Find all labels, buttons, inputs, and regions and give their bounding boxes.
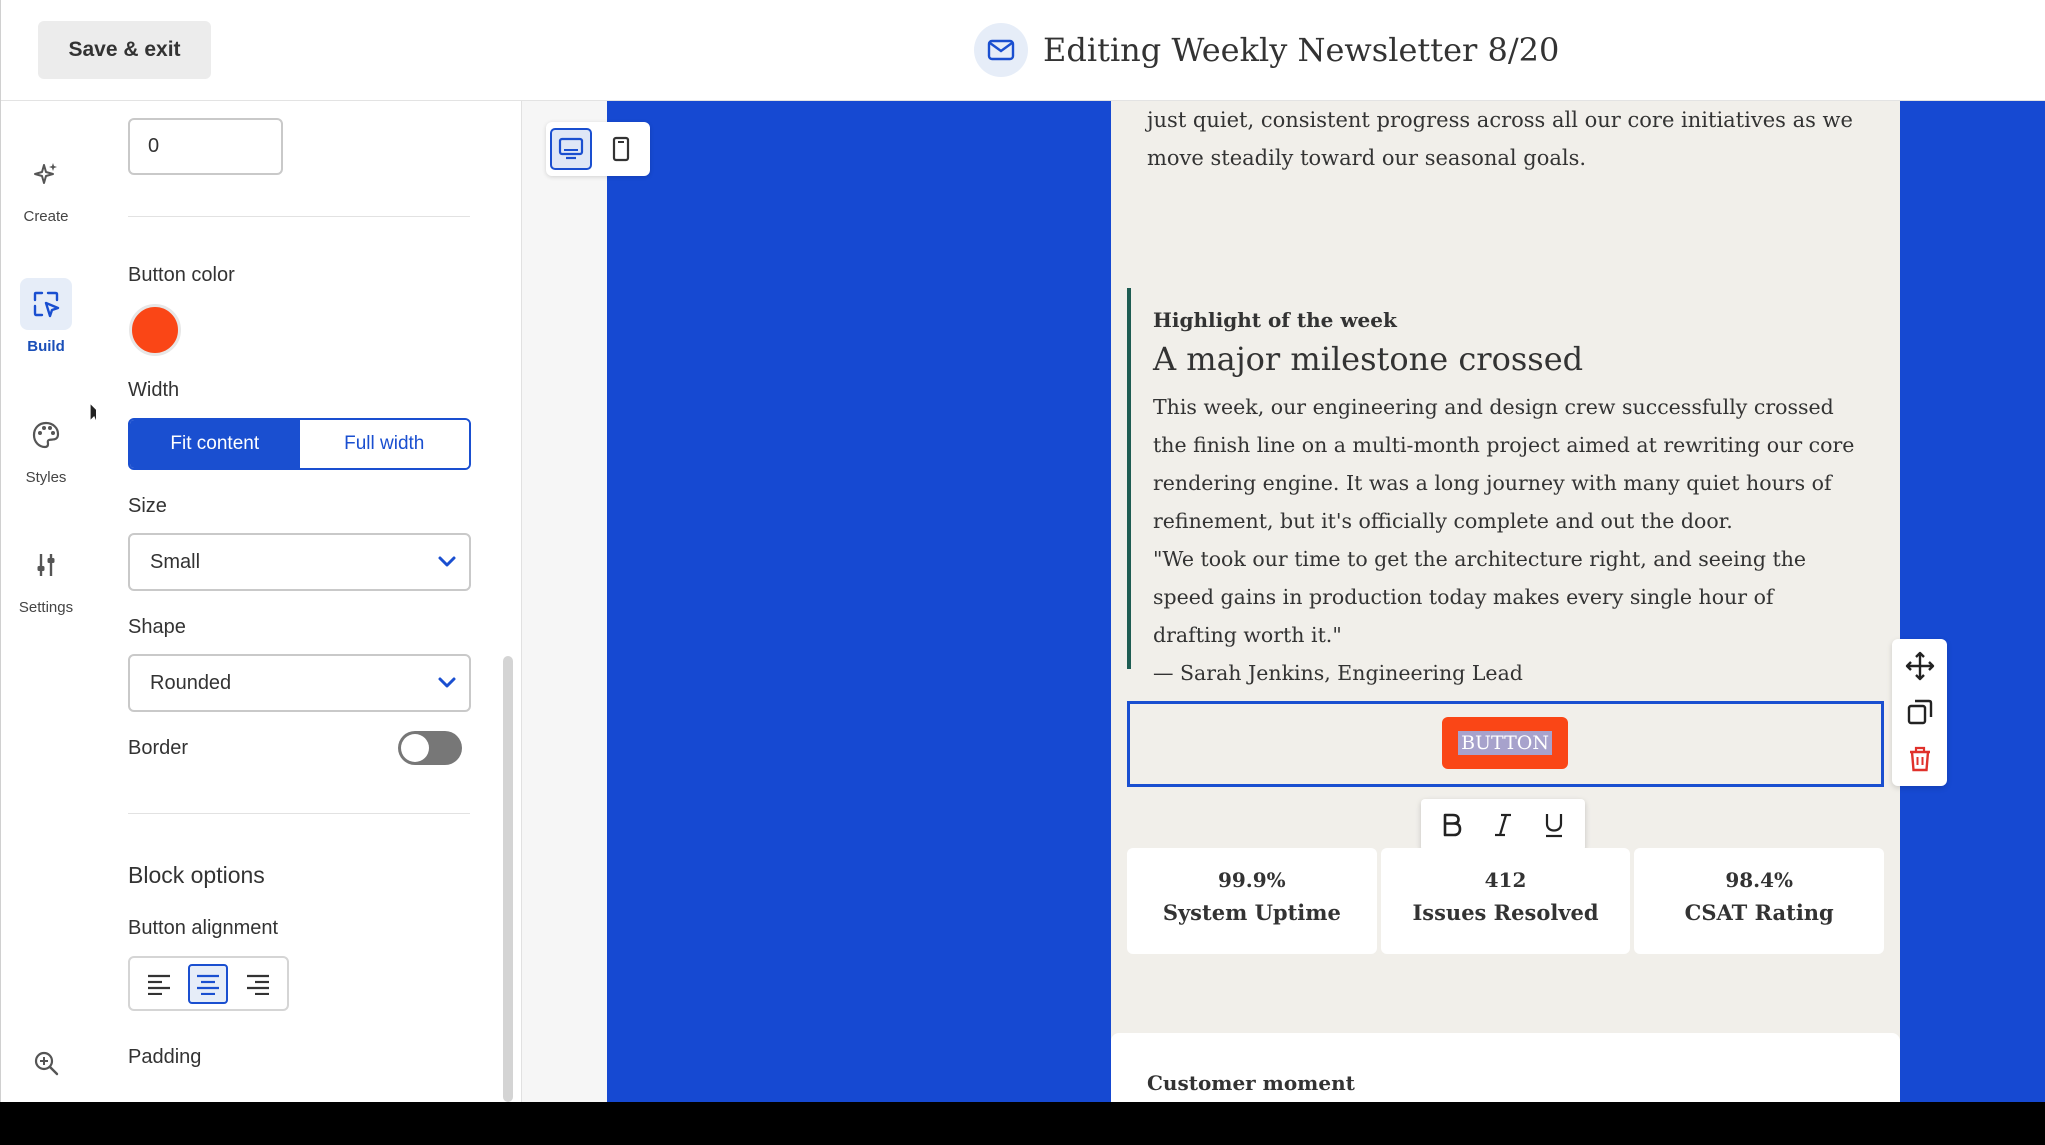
delete-block-button[interactable] <box>1900 739 1940 779</box>
italic-button[interactable] <box>1482 804 1524 846</box>
rail-item-styles[interactable]: Styles <box>1 409 91 486</box>
document-title-area: Editing Weekly Newsletter 8/20 <box>974 23 1559 77</box>
save-exit-button[interactable]: Save & exit <box>38 21 211 79</box>
numeric-value-input[interactable] <box>128 118 283 175</box>
shape-select[interactable]: Rounded <box>128 654 471 712</box>
device-preview-toggle <box>546 122 650 176</box>
padding-label: Padding <box>128 1046 202 1068</box>
border-label: Border <box>128 737 189 759</box>
rail-label-create: Create <box>23 208 69 225</box>
text-format-toolbar <box>1421 799 1585 851</box>
width-full-width-button[interactable]: Full width <box>299 420 469 468</box>
highlight-kicker: Highlight of the week <box>1153 308 1397 332</box>
highlight-block[interactable]: Highlight of the week A major milestone … <box>1127 288 1867 685</box>
customer-moment-title: Customer moment <box>1147 1071 1355 1095</box>
stat-card: 412 Issues Resolved <box>1380 848 1631 954</box>
email-body: just quiet, consistent progress across a… <box>1111 101 1900 1102</box>
italic-icon <box>1494 813 1511 837</box>
border-toggle[interactable] <box>398 731 462 765</box>
mobile-preview-button[interactable] <box>600 128 642 170</box>
width-fit-content-button[interactable]: Fit content <box>130 420 300 468</box>
stat-value: 98.4% <box>1725 868 1794 892</box>
stat-card: 98.4% CSAT Rating <box>1634 848 1885 954</box>
block-options-heading: Block options <box>128 862 265 888</box>
chevron-down-icon <box>438 556 456 567</box>
align-left-button[interactable] <box>139 964 179 1004</box>
sparkle-icon <box>20 148 72 200</box>
mobile-icon <box>612 136 630 162</box>
page-title: Editing Weekly Newsletter 8/20 <box>1043 31 1560 69</box>
rail-item-settings[interactable]: Settings <box>1 539 91 616</box>
email-canvas: just quiet, consistent progress across a… <box>522 101 2045 1102</box>
size-select[interactable]: Small <box>128 533 471 591</box>
rail-label-build: Build <box>27 338 65 355</box>
button-settings-panel: Button color Width Fit content Full widt… <box>96 101 522 1102</box>
select-pointer-icon <box>20 278 72 330</box>
stat-label: CSAT Rating <box>1684 900 1834 925</box>
divider <box>128 813 470 814</box>
move-block-button[interactable] <box>1900 646 1940 686</box>
toggle-knob <box>401 734 429 762</box>
block-actions-toolbar <box>1892 639 1947 786</box>
newsletter-button-text[interactable]: BUTTON <box>1458 731 1552 755</box>
button-alignment-group <box>128 956 289 1011</box>
highlight-paragraph: This week, our engineering and design cr… <box>1153 395 1855 533</box>
button-alignment-label: Button alignment <box>128 917 279 939</box>
delete-icon <box>1909 746 1930 772</box>
align-right-icon <box>247 974 270 995</box>
width-label: Width <box>128 379 180 401</box>
align-center-button[interactable] <box>188 963 229 1004</box>
stat-label: Issues Resolved <box>1412 900 1599 925</box>
stat-value: 99.9% <box>1217 868 1286 892</box>
align-center-icon <box>197 974 220 995</box>
highlight-quote: "We took our time to get the architectur… <box>1153 547 1807 647</box>
newsletter-editor: Save & exit Editing Weekly Newsletter 8/… <box>0 0 2045 1102</box>
left-nav-rail: Create Build Styles Settings <box>1 101 96 1102</box>
sliders-icon <box>20 539 72 591</box>
newsletter-button[interactable]: BUTTON <box>1442 717 1568 769</box>
rail-label-settings: Settings <box>18 599 74 616</box>
width-segmented-control: Fit content Full width <box>128 418 471 470</box>
align-left-icon <box>147 974 170 995</box>
stat-value: 412 <box>1484 868 1527 892</box>
chevron-down-icon <box>438 677 456 688</box>
mail-icon <box>974 23 1028 77</box>
palette-icon <box>20 409 72 461</box>
button-color-label: Button color <box>128 264 235 286</box>
intro-paragraph[interactable]: just quiet, consistent progress across a… <box>1147 101 1867 177</box>
bold-icon <box>1444 813 1462 837</box>
desktop-icon <box>558 137 584 160</box>
size-label: Size <box>128 495 167 517</box>
move-icon <box>1905 651 1934 681</box>
customer-moment-block[interactable]: Customer moment <box>1111 1033 1900 1102</box>
rail-item-create[interactable]: Create <box>1 148 91 225</box>
selected-button-block[interactable]: BUTTON <box>1127 701 1884 787</box>
divider <box>128 216 470 217</box>
shape-label: Shape <box>128 616 186 638</box>
underline-icon <box>1545 814 1562 838</box>
underline-button[interactable] <box>1533 804 1575 846</box>
shape-select-value: Rounded <box>150 671 232 694</box>
duplicate-block-button[interactable] <box>1900 692 1940 732</box>
bold-button[interactable] <box>1431 804 1473 846</box>
top-bar: Save & exit Editing Weekly Newsletter 8/… <box>1 0 2045 101</box>
desktop-preview-button[interactable] <box>550 128 592 170</box>
highlight-attribution: — Sarah Jenkins, Engineering Lead <box>1153 661 1523 685</box>
zoom-in-icon[interactable] <box>29 1046 63 1080</box>
button-color-swatch[interactable] <box>129 304 181 356</box>
highlight-body: This week, our engineering and design cr… <box>1153 388 1863 692</box>
size-select-value: Small <box>150 550 201 573</box>
align-right-button[interactable] <box>238 964 278 1004</box>
duplicate-icon <box>1907 700 1932 725</box>
panel-scrollbar[interactable] <box>503 656 513 1102</box>
stats-row[interactable]: 99.9% System Uptime 412 Issues Resolved … <box>1127 848 1885 954</box>
rail-label-styles: Styles <box>25 469 67 486</box>
stat-label: System Uptime <box>1162 900 1341 925</box>
highlight-heading: A major milestone crossed <box>1153 340 1584 378</box>
stat-card: 99.9% System Uptime <box>1127 848 1377 954</box>
rail-item-build[interactable]: Build <box>1 278 91 355</box>
